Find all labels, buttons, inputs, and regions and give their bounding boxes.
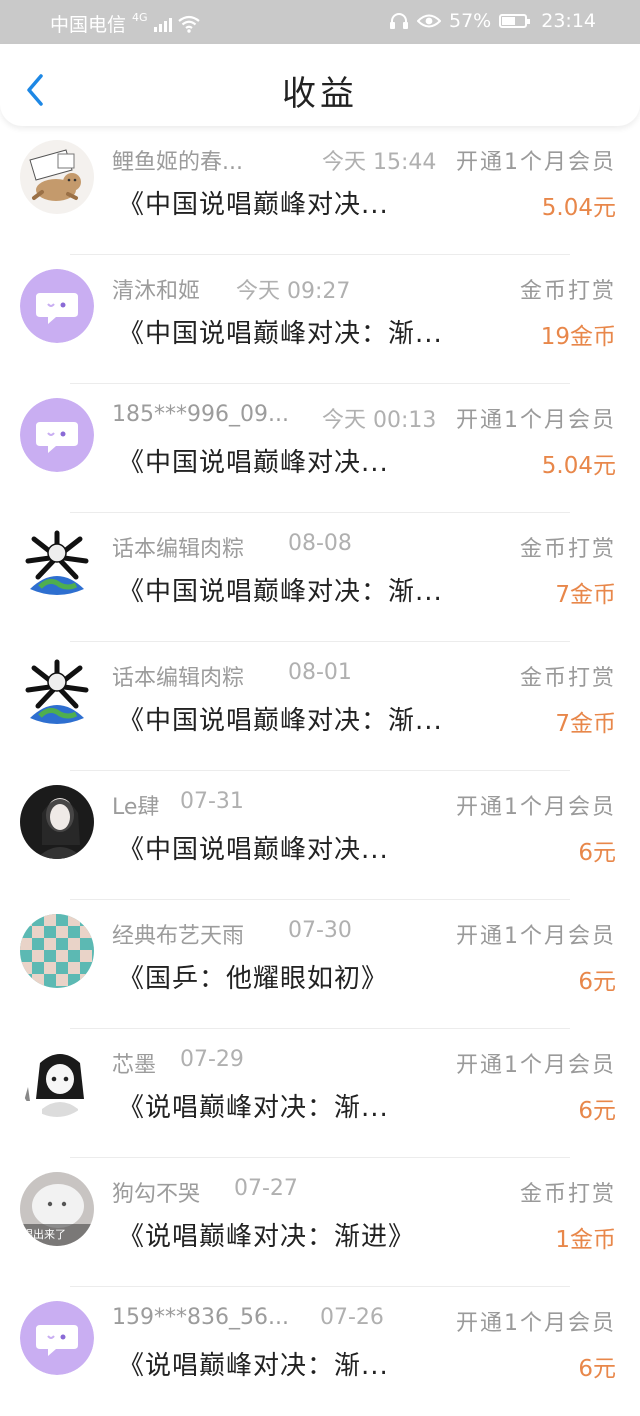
list-item[interactable]: 清沐和姬 今天 09:27 金币打赏 《中国说唱巅峰对决：渐... 19金币 bbox=[0, 255, 640, 384]
work-title: 《中国说唱巅峰对决... bbox=[118, 835, 389, 865]
record-type: 开通1个月会员 bbox=[456, 1053, 616, 1078]
header: 收益 bbox=[0, 44, 640, 126]
earth-skull-avatar-image bbox=[20, 527, 94, 601]
amount: 7金币 bbox=[555, 582, 616, 608]
record-date: 07-26 bbox=[320, 1305, 384, 1330]
avatar[interactable] bbox=[20, 914, 94, 988]
user-name: Le肆 bbox=[112, 795, 160, 820]
amount: 7金币 bbox=[555, 711, 616, 737]
page-title: 收益 bbox=[282, 74, 358, 114]
battery-icon bbox=[499, 14, 531, 28]
network-label: 4G bbox=[132, 11, 148, 24]
user-name: 话本编辑肉粽 bbox=[112, 666, 245, 691]
headphones-icon bbox=[390, 13, 408, 29]
work-title: 《说唱巅峰对决：渐进》 bbox=[118, 1222, 416, 1252]
amount: 6元 bbox=[578, 969, 616, 995]
amount: 5.04元 bbox=[541, 453, 616, 479]
amount: 6元 bbox=[578, 1098, 616, 1124]
avatar[interactable] bbox=[20, 269, 94, 343]
record-date: 07-31 bbox=[180, 789, 244, 814]
list-item[interactable]: 芯墨 07-29 开通1个月会员 《说唱巅峰对决：渐... 6元 bbox=[0, 1029, 640, 1158]
avatar[interactable] bbox=[20, 398, 94, 472]
white-pet-photo-avatar-image: 跟出来了 bbox=[20, 1172, 94, 1246]
record-type: 金币打赏 bbox=[519, 1182, 616, 1207]
record-type: 开通1个月会员 bbox=[456, 795, 616, 820]
user-name: 159***836_56... bbox=[112, 1305, 289, 1330]
patterned-fabric-avatar-image bbox=[20, 914, 94, 988]
wifi-icon bbox=[177, 15, 200, 33]
record-date: 07-29 bbox=[180, 1047, 244, 1072]
work-title: 《中国说唱巅峰对决：渐... bbox=[118, 577, 443, 607]
user-name: 经典布艺天雨 bbox=[112, 924, 245, 949]
record-date: 今天 00:13 bbox=[322, 408, 437, 433]
record-type: 金币打赏 bbox=[519, 537, 616, 562]
list-item[interactable]: 跟出来了 狗勾不哭 07-27 金币打赏 《说唱巅峰对决：渐进》 1金币 bbox=[0, 1158, 640, 1287]
anime-girl-avatar-image bbox=[20, 1043, 94, 1117]
work-title: 《中国说唱巅峰对决... bbox=[118, 190, 389, 220]
battery-percent: 57% bbox=[449, 10, 492, 32]
amount: 19金币 bbox=[540, 324, 616, 350]
status-right: 57% 23:14 bbox=[389, 10, 596, 32]
user-name: 185***996_09... bbox=[112, 402, 289, 427]
user-name: 狗勾不哭 bbox=[112, 1182, 201, 1207]
list-item[interactable]: 185***996_09... 今天 00:13 开通1个月会员 《中国说唱巅峰… bbox=[0, 384, 640, 513]
record-date: 07-30 bbox=[288, 918, 352, 943]
list-item[interactable]: 鲤鱼姬的春... 今天 15:44 开通1个月会员 《中国说唱巅峰对决... 5… bbox=[0, 126, 640, 255]
record-type: 开通1个月会员 bbox=[456, 150, 616, 175]
avatar[interactable] bbox=[20, 656, 94, 730]
list-item[interactable]: 159***836_56... 07-26 开通1个月会员 《说唱巅峰对决：渐.… bbox=[0, 1287, 640, 1416]
work-title: 《国乒：他耀眼如初》 bbox=[118, 964, 389, 994]
default-avatar-chat-icon bbox=[20, 269, 94, 343]
list-item[interactable]: 话本编辑肉粽 08-01 金币打赏 《中国说唱巅峰对决：渐... 7金币 bbox=[0, 642, 640, 771]
record-date: 今天 15:44 bbox=[322, 150, 437, 175]
record-date: 07-27 bbox=[234, 1176, 298, 1201]
status-time: 23:14 bbox=[541, 10, 596, 32]
avatar[interactable]: 跟出来了 bbox=[20, 1172, 94, 1246]
avatar[interactable] bbox=[20, 1301, 94, 1375]
avatar[interactable] bbox=[20, 785, 94, 859]
record-type: 金币打赏 bbox=[519, 666, 616, 691]
avatar[interactable] bbox=[20, 1043, 94, 1117]
dark-portrait-avatar-image bbox=[20, 785, 94, 859]
record-type: 金币打赏 bbox=[519, 279, 616, 304]
work-title: 《中国说唱巅峰对决：渐... bbox=[118, 319, 443, 349]
user-name: 清沐和姬 bbox=[112, 279, 201, 304]
record-date: 08-01 bbox=[288, 660, 352, 685]
status-bar: 中国电信 4G 57% 23:14 bbox=[0, 0, 640, 44]
earth-skull-avatar-image bbox=[20, 656, 94, 730]
cartoon-bear-avatar-image bbox=[20, 140, 94, 214]
eye-icon bbox=[417, 14, 441, 28]
signal-icon bbox=[153, 16, 172, 32]
default-avatar-chat-icon bbox=[20, 1301, 94, 1375]
avatar[interactable] bbox=[20, 527, 94, 601]
list-item[interactable]: 话本编辑肉粽 08-08 金币打赏 《中国说唱巅峰对决：渐... 7金币 bbox=[0, 513, 640, 642]
earnings-list: 鲤鱼姬的春... 今天 15:44 开通1个月会员 《中国说唱巅峰对决... 5… bbox=[0, 126, 640, 1416]
battery-fill bbox=[502, 17, 516, 25]
work-title: 《中国说唱巅峰对决：渐... bbox=[118, 706, 443, 736]
record-type: 开通1个月会员 bbox=[456, 1311, 616, 1336]
user-name: 话本编辑肉粽 bbox=[112, 537, 245, 562]
amount: 1金币 bbox=[555, 1227, 616, 1253]
work-title: 《说唱巅峰对决：渐... bbox=[118, 1093, 389, 1123]
user-name: 芯墨 bbox=[112, 1053, 157, 1078]
avatar[interactable] bbox=[20, 140, 94, 214]
list-item[interactable]: Le肆 07-31 开通1个月会员 《中国说唱巅峰对决... 6元 bbox=[0, 771, 640, 900]
status-left: 中国电信 4G bbox=[50, 10, 200, 37]
default-avatar-chat-icon bbox=[20, 398, 94, 472]
carrier-label: 中国电信 bbox=[50, 14, 127, 36]
amount: 5.04元 bbox=[541, 195, 616, 221]
work-title: 《说唱巅峰对决：渐... bbox=[118, 1351, 389, 1381]
amount: 6元 bbox=[578, 1356, 616, 1382]
list-item[interactable]: 经典布艺天雨 07-30 开通1个月会员 《国乒：他耀眼如初》 6元 bbox=[0, 900, 640, 1029]
user-name: 鲤鱼姬的春... bbox=[112, 150, 243, 175]
record-date: 今天 09:27 bbox=[236, 279, 351, 304]
record-type: 开通1个月会员 bbox=[456, 924, 616, 949]
work-title: 《中国说唱巅峰对决... bbox=[118, 448, 389, 478]
amount: 6元 bbox=[578, 840, 616, 866]
avatar-photo-caption: 跟出来了 bbox=[22, 1227, 66, 1241]
record-type: 开通1个月会员 bbox=[456, 408, 616, 433]
record-date: 08-08 bbox=[288, 531, 352, 556]
